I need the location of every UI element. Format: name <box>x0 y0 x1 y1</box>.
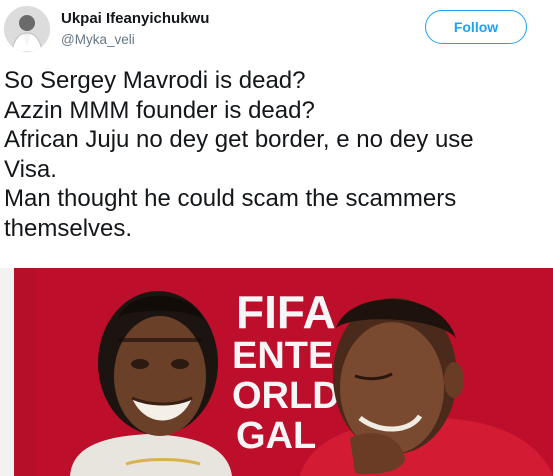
author-handle[interactable]: @Myka_veli <box>61 32 135 47</box>
tweet-header: Ukpai Ifeanyichukwu @Myka_veli Follow <box>0 0 553 60</box>
tweet-text-line: African Juju no dey get border, e no dey… <box>4 126 474 153</box>
tweet-text-line: Azzin MMM founder is dead? <box>4 96 315 124</box>
tweet-photo-image: FIFA ENTE ORLD GAL <box>0 268 553 476</box>
avatar-photo <box>4 6 50 52</box>
backdrop-text: ENTE <box>232 335 333 377</box>
tweet-photo[interactable]: FIFA ENTE ORLD GAL <box>0 268 553 476</box>
backdrop-text: GAL <box>236 415 316 457</box>
backdrop-text: FIFA <box>236 286 336 338</box>
tweet-text-line: Man thought he could scam the scammers <box>4 185 457 212</box>
author-display-name[interactable]: Ukpai Ifeanyichukwu <box>61 10 209 27</box>
follow-button[interactable]: Follow <box>425 10 527 44</box>
tweet-text-line: Visa. <box>4 155 57 183</box>
tweet-text: So Sergey Mavrodi is dead? Azzin MMM fou… <box>4 66 549 243</box>
tweet-text-line: themselves. <box>4 214 133 242</box>
backdrop-text: ORLD <box>232 375 340 417</box>
avatar[interactable] <box>4 6 50 52</box>
tweet-text-line: So Sergey Mavrodi is dead? <box>4 67 306 94</box>
